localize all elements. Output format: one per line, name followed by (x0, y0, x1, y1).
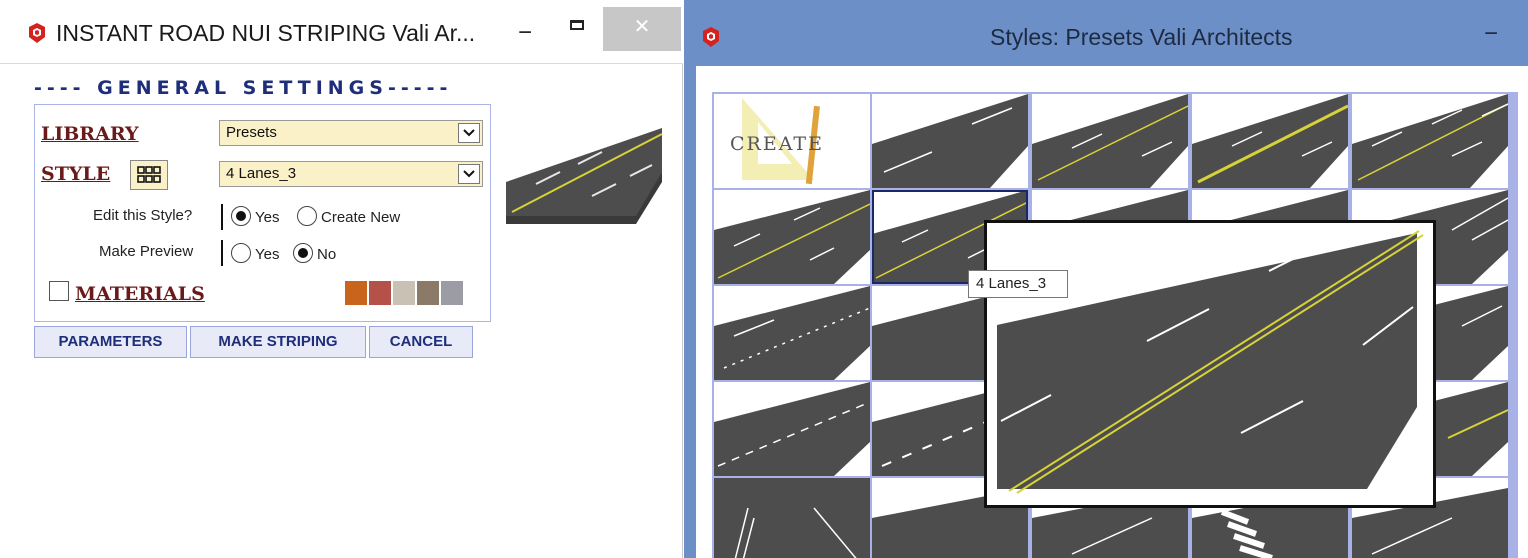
cancel-button[interactable]: CANCEL (369, 326, 473, 358)
style-thumbnail[interactable] (714, 382, 870, 476)
make-preview-yes-radio[interactable] (231, 243, 251, 263)
make-striping-button[interactable]: MAKE STRIPING (190, 326, 366, 358)
edit-style-label: Edit this Style? (93, 207, 193, 224)
style-thumbnail[interactable] (1192, 94, 1348, 188)
material-swatch (345, 281, 367, 305)
material-swatch (417, 281, 439, 305)
style-select[interactable]: 4 Lanes_3 (219, 161, 483, 187)
style-preview-image (506, 128, 663, 224)
sketchup-logo-icon (700, 26, 722, 48)
create-style-tile[interactable]: CREATE (714, 94, 870, 188)
style-hover-preview (984, 220, 1436, 508)
edit-style-create-new-radio[interactable] (297, 206, 317, 226)
parameters-button[interactable]: PARAMETERS (34, 326, 187, 358)
style-tooltip: 4 Lanes_3 (968, 270, 1068, 298)
make-preview-no-radio[interactable] (293, 243, 313, 263)
style-label[interactable]: STYLE (41, 163, 110, 185)
style-thumbnail[interactable] (714, 190, 870, 284)
window-title: INSTANT ROAD NUI STRIPING Vali Ar... (56, 20, 476, 46)
grid-icon (137, 166, 161, 183)
style-thumbnail[interactable] (1352, 94, 1508, 188)
bracket-divider (221, 240, 223, 266)
close-button[interactable]: ✕ (603, 7, 681, 51)
style-thumbnail[interactable] (872, 94, 1028, 188)
material-swatch (441, 281, 463, 305)
make-preview-label: Make Preview (99, 243, 194, 260)
create-label: CREATE (730, 133, 824, 155)
edit-style-yes-radio[interactable] (231, 206, 251, 226)
library-select-value: Presets (226, 124, 277, 141)
edit-style-yes-label[interactable]: Yes (255, 209, 279, 226)
general-settings-panel: LIBRARY Presets STYLE 4 Lanes_3 Edit thi… (34, 104, 491, 322)
sketchup-logo-icon (26, 22, 48, 44)
edit-style-create-new-label[interactable]: Create New (321, 209, 400, 226)
make-preview-no-label[interactable]: No (317, 246, 336, 263)
style-thumbnail[interactable] (1032, 94, 1188, 188)
chevron-down-icon[interactable] (458, 123, 480, 143)
style-thumbnail[interactable] (714, 478, 870, 558)
materials-checkbox[interactable] (49, 281, 69, 301)
window-title: Styles: Presets Vali Architects (990, 24, 1293, 50)
striping-window: INSTANT ROAD NUI STRIPING Vali Ar... − ✕… (0, 0, 683, 558)
maximize-icon (570, 20, 584, 30)
chevron-down-icon[interactable] (458, 164, 480, 184)
maximize-button[interactable] (560, 14, 596, 44)
style-grid-button[interactable] (130, 160, 168, 190)
styles-titlebar[interactable]: Styles: Presets Vali Architects − (684, 0, 1528, 66)
make-preview-yes-label[interactable]: Yes (255, 246, 279, 263)
style-thumbnail[interactable] (714, 286, 870, 380)
materials-label[interactable]: MATERIALS (75, 283, 205, 305)
striping-titlebar[interactable]: INSTANT ROAD NUI STRIPING Vali Ar... − ✕ (0, 0, 683, 64)
material-swatch (393, 281, 415, 305)
minimize-button[interactable]: − (510, 18, 540, 48)
general-settings-header: ---- GENERAL SETTINGS----- (34, 77, 453, 99)
bracket-divider (221, 204, 223, 230)
library-select[interactable]: Presets (219, 120, 483, 146)
material-swatch (369, 281, 391, 305)
style-select-value: 4 Lanes_3 (226, 165, 297, 182)
minimize-button[interactable]: − (1484, 20, 1498, 48)
library-label[interactable]: LIBRARY (41, 123, 139, 145)
